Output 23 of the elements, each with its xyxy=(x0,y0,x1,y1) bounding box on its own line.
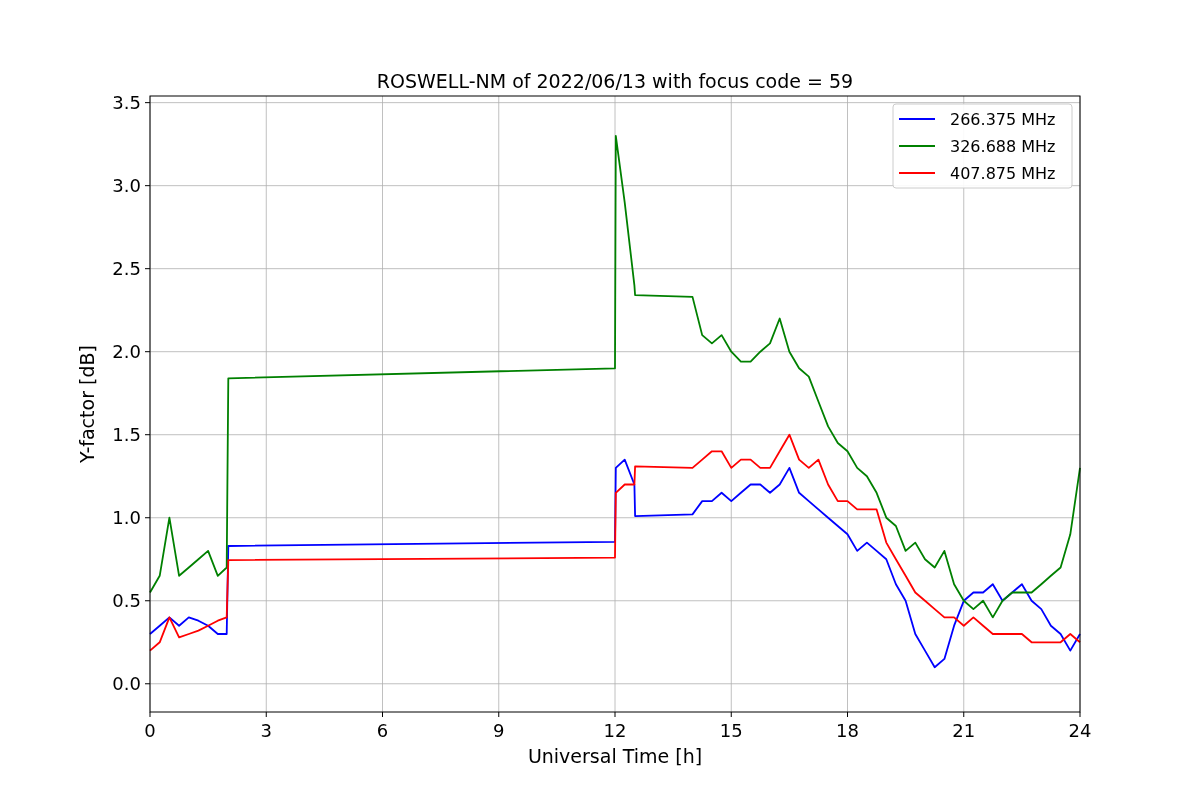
x-axis-label: Universal Time [h] xyxy=(527,745,703,767)
x-tick-label: 9 xyxy=(493,720,505,741)
x-tick-label: 3 xyxy=(260,720,272,741)
legend-label: 407.875 MHz xyxy=(950,164,1056,183)
chart-title: ROSWELL-NM of 2022/06/13 with focus code = 59 xyxy=(376,70,854,92)
x-tick-label: 21 xyxy=(952,720,976,741)
x-tick-label: 15 xyxy=(719,720,743,741)
x-tick-label: 0 xyxy=(144,720,156,741)
y-tick-label: 1.0 xyxy=(112,506,141,528)
y-tick-label: 3.0 xyxy=(112,174,141,196)
legend-label: 326.688 MHz xyxy=(950,137,1056,156)
x-tick-label: 24 xyxy=(1068,720,1092,741)
y-axis-label: Y-factor [dB] xyxy=(76,345,98,463)
y-tick-label: 3.5 xyxy=(112,91,141,113)
y-tick-label: 1.5 xyxy=(112,423,141,445)
x-tick-label: 12 xyxy=(603,720,627,741)
legend-label: 266.375 MHz xyxy=(950,110,1056,129)
y-tick-label: 2.0 xyxy=(112,340,141,362)
x-tick-label: 6 xyxy=(376,720,389,741)
x-tick-label: 18 xyxy=(836,720,859,741)
y-tick-label: 0.0 xyxy=(112,672,141,694)
y-tick-label: 2.5 xyxy=(112,257,141,279)
y-tick-label: 0.5 xyxy=(112,589,141,611)
